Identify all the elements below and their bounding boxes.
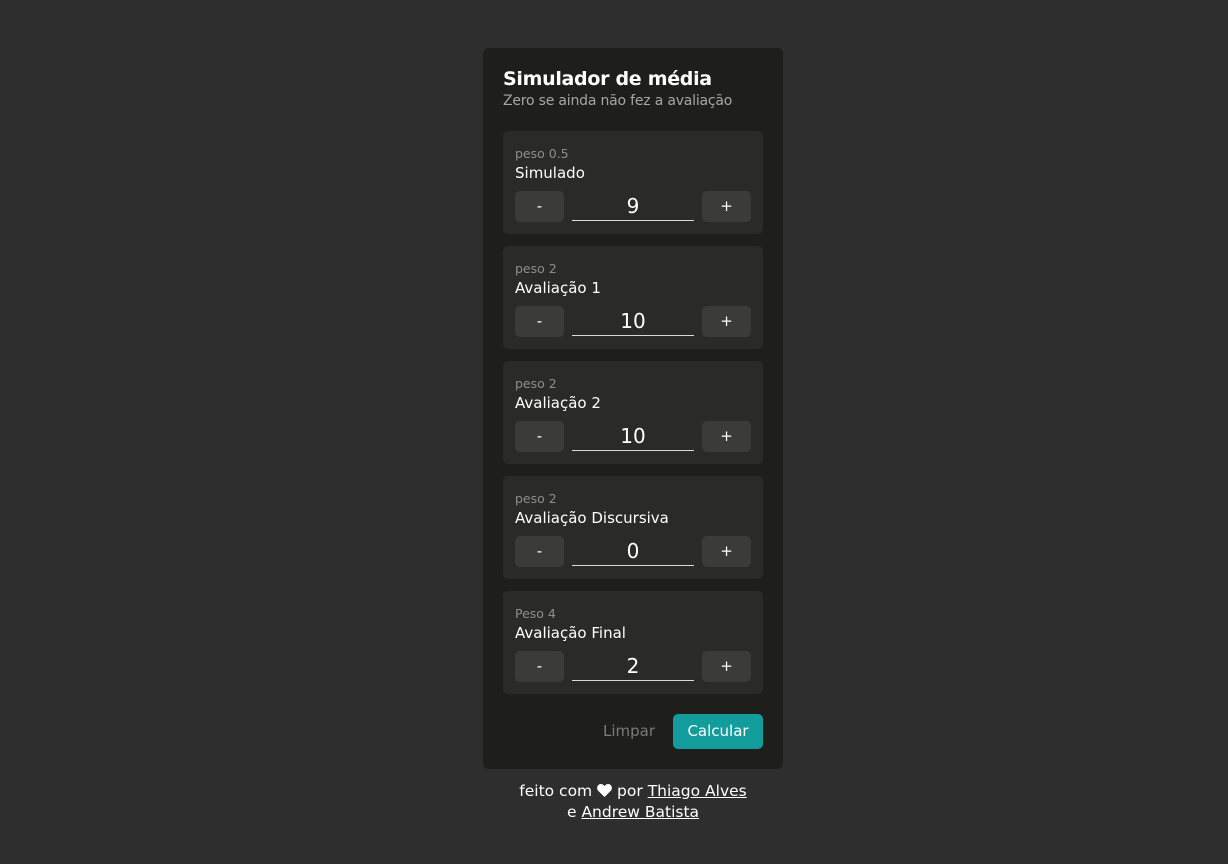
author-link-andrew[interactable]: Andrew Batista: [581, 803, 699, 821]
grade-value-input[interactable]: 2: [572, 651, 694, 681]
grade-card-avaliacao-1: peso 2 Avaliação 1 - 10 +: [503, 246, 763, 349]
grade-value-input[interactable]: 0: [572, 536, 694, 566]
footer-connector: e: [566, 803, 577, 821]
page: Simulador de média Zero se ainda não fez…: [0, 0, 1228, 864]
grade-value-input[interactable]: 10: [572, 306, 694, 336]
increment-button[interactable]: +: [702, 306, 751, 337]
footer-by: por: [617, 782, 643, 800]
footer-prefix: feito com: [519, 782, 593, 800]
decrement-button[interactable]: -: [515, 191, 564, 222]
page-subtitle: Zero se ainda não fez a avaliação: [503, 93, 733, 109]
grade-card-avaliacao-final: Peso 4 Avaliação Final - 2 +: [503, 591, 763, 694]
grade-name: Avaliação Discursiva: [515, 509, 669, 527]
author-link-thiago[interactable]: Thiago Alves: [648, 782, 747, 800]
grade-weight: peso 2: [515, 376, 557, 391]
heart-icon: [597, 782, 612, 802]
decrement-button[interactable]: -: [515, 421, 564, 452]
simulator-card: Simulador de média Zero se ainda não fez…: [483, 48, 783, 769]
grade-weight: peso 0.5: [515, 146, 569, 161]
grade-card-avaliacao-discursiva: peso 2 Avaliação Discursiva - 0 +: [503, 476, 763, 579]
decrement-button[interactable]: -: [515, 536, 564, 567]
page-title: Simulador de média: [503, 68, 712, 90]
footer-credits: feito com por Thiago Alves e Andrew Bati…: [483, 781, 783, 822]
increment-button[interactable]: +: [702, 651, 751, 682]
increment-button[interactable]: +: [702, 536, 751, 567]
grade-weight: peso 2: [515, 491, 557, 506]
increment-button[interactable]: +: [702, 421, 751, 452]
grade-name: Simulado: [515, 164, 585, 182]
grade-name: Avaliação 2: [515, 394, 601, 412]
grade-card-avaliacao-2: peso 2 Avaliação 2 - 10 +: [503, 361, 763, 464]
calculate-button[interactable]: Calcular: [673, 714, 763, 749]
grade-weight: Peso 4: [515, 606, 556, 621]
increment-button[interactable]: +: [702, 191, 751, 222]
grade-weight: peso 2: [515, 261, 557, 276]
grade-value-input[interactable]: 9: [572, 191, 694, 221]
grade-name: Avaliação Final: [515, 624, 626, 642]
grade-value-input[interactable]: 10: [572, 421, 694, 451]
decrement-button[interactable]: -: [515, 651, 564, 682]
grade-card-simulado: peso 0.5 Simulado - 9 +: [503, 131, 763, 234]
clear-button[interactable]: Limpar: [593, 714, 665, 748]
grade-name: Avaliação 1: [515, 279, 601, 297]
decrement-button[interactable]: -: [515, 306, 564, 337]
